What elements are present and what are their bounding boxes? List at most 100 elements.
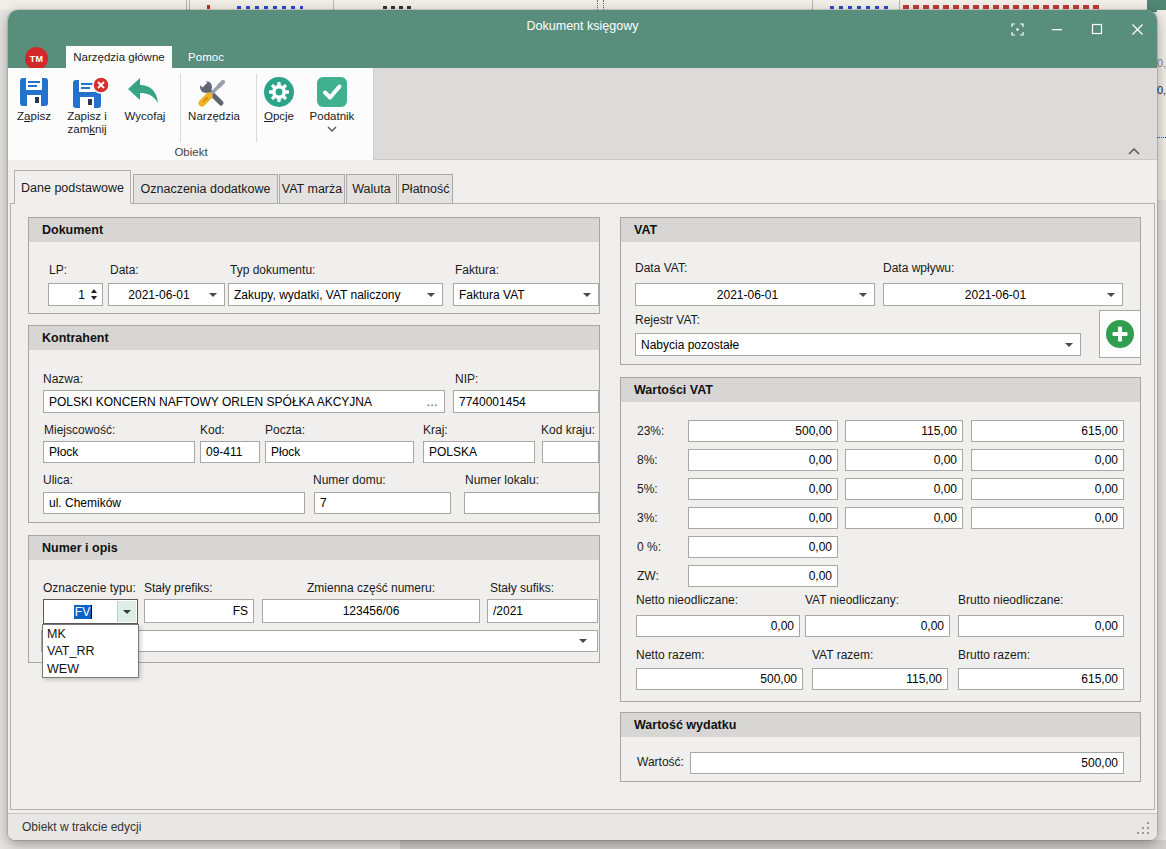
status-bar: Obiekt w trakcie edycji [8, 813, 1157, 840]
tools-button[interactable]: Narzędzia [186, 110, 242, 123]
tab-waluta[interactable]: Waluta [346, 174, 397, 203]
background-column-fragment: 0,0 0,0 [1157, 10, 1166, 200]
titlebar[interactable]: Dokument księgowy [8, 10, 1157, 46]
faktura-combobox[interactable]: Faktura VAT [453, 283, 599, 306]
netto-razem-input[interactable]: 500,00 [636, 668, 803, 690]
group-dokument-header: Dokument [29, 218, 599, 242]
save-icon[interactable] [18, 76, 50, 108]
vat-nieodliczany-label: VAT nieodliczany: [805, 593, 899, 607]
miejscowosc-input[interactable]: Płock [43, 441, 195, 463]
vat-nieodliczany-input[interactable]: 0,00 [805, 615, 950, 637]
rate-8-vat-input[interactable]: 0,00 [845, 449, 963, 471]
data-vat-label: Data VAT: [635, 261, 687, 275]
background-selection-fragment [1157, 137, 1166, 138]
rate-0-input[interactable]: 0,00 [688, 536, 838, 558]
maximize-button[interactable] [1084, 16, 1110, 42]
chevron-down-icon[interactable] [117, 601, 136, 622]
save-button[interactable]: Zapisz [8, 110, 60, 123]
tools-icon[interactable] [197, 76, 229, 108]
dropdown-item-wew[interactable]: WEW [43, 660, 138, 678]
chevron-down-icon [1107, 293, 1115, 297]
undo-button[interactable]: Wycofaj [118, 110, 172, 123]
netto-nieodliczane-input[interactable]: 0,00 [636, 615, 800, 637]
nazwa-label: Nazwa: [43, 372, 83, 386]
rate-5-netto-input[interactable]: 0,00 [688, 478, 838, 500]
undo-icon[interactable] [126, 76, 162, 108]
nip-input[interactable]: 7740001454 [453, 390, 599, 413]
close-button[interactable] [1124, 16, 1150, 42]
background-number-fragment: 0,0 [1157, 57, 1166, 69]
rate-5-brutto-input[interactable]: 0,00 [971, 478, 1124, 500]
numer-lokalu-input[interactable] [464, 492, 599, 514]
rejestr-vat-combobox[interactable]: Nabycia pozostałe [635, 333, 1081, 356]
more-button[interactable]: … [426, 391, 438, 412]
options-button[interactable]: Opcje [256, 110, 302, 123]
rate-8-label: 8%: [637, 453, 658, 467]
rate-3-vat-input[interactable]: 0,00 [845, 507, 963, 529]
fit-window-button[interactable] [1004, 16, 1030, 42]
tab-oznaczenia-dodatkowe[interactable]: Oznaczenia dodatkowe [133, 174, 278, 203]
rate-8-netto-input[interactable]: 0,00 [688, 449, 838, 471]
staly-sufiks-input[interactable]: /2021 [487, 599, 598, 623]
zmienna-czesc-input[interactable]: 123456/06 [262, 599, 480, 623]
nazwa-input[interactable]: POLSKI KONCERN NAFTOWY ORLEN SPÓŁKA AKCY… [43, 390, 445, 413]
oznaczenie-typu-dropdown: MK VAT_RR WEW [42, 624, 139, 678]
brutto-nieodliczane-label: Brutto nieodliczane: [958, 593, 1063, 607]
rate-23-vat-input[interactable]: 115,00 [845, 420, 963, 442]
staly-sufiks-label: Stały sufiks: [490, 581, 554, 595]
minimize-button[interactable] [1044, 16, 1070, 42]
collapse-ribbon-icon[interactable] [1127, 147, 1141, 157]
vat-razem-input[interactable]: 115,00 [812, 668, 948, 690]
numer-domu-input[interactable]: 7 [314, 492, 451, 514]
save-and-close-button[interactable]: Zapisz izamknij [61, 110, 113, 136]
chevron-down-icon [859, 293, 867, 297]
background-table-strip [0, 0, 1166, 10]
data-wplywu-combobox[interactable]: 2021-06-01 [883, 283, 1123, 306]
ribbon-tab-narzedzia-glowne[interactable]: Narzędzia główne [66, 46, 172, 68]
data-combobox[interactable]: 2021-06-01 [108, 283, 225, 306]
typ-dokumentu-combobox[interactable]: Zakupy, wydatki, VAT naliczony [228, 283, 443, 306]
rate-8-brutto-input[interactable]: 0,00 [971, 449, 1124, 471]
ribbon-group-label: Obiekt [8, 146, 374, 158]
kod-kraju-input[interactable] [542, 441, 599, 463]
rate-5-label: 5%: [637, 482, 658, 496]
close-icon [1131, 23, 1144, 36]
poczta-input[interactable]: Płock [265, 441, 414, 463]
tab-dane-podstawowe[interactable]: Dane podstawowe [14, 170, 131, 204]
tab-vat-marza[interactable]: VAT marża [279, 174, 345, 203]
ribbon-tab-pomoc[interactable]: Pomoc [182, 46, 230, 68]
taxpayer-button[interactable]: Podatnik [306, 110, 358, 123]
dialog-dokument-ksiegowy: Dokument księgowy TM Narzędzia główne Po… [8, 10, 1157, 840]
rate-23-brutto-input[interactable]: 615,00 [971, 420, 1124, 442]
add-rejestr-button[interactable] [1099, 310, 1141, 358]
wartosc-input[interactable]: 500,00 [690, 752, 1124, 774]
miejscowosc-label: Miejscowość: [44, 423, 115, 437]
rate-23-netto-input[interactable]: 500,00 [688, 420, 838, 442]
data-label: Data: [110, 263, 139, 277]
brutto-nieodliczane-input[interactable]: 0,00 [958, 615, 1124, 637]
rate-3-label: 3%: [637, 511, 658, 525]
wartosc-label: Wartość: [637, 755, 684, 769]
dropdown-item-vat-rr[interactable]: VAT_RR [43, 643, 138, 661]
rate-3-netto-input[interactable]: 0,00 [688, 507, 838, 529]
rate-5-vat-input[interactable]: 0,00 [845, 478, 963, 500]
rate-3-brutto-input[interactable]: 0,00 [971, 507, 1124, 529]
kod-input[interactable]: 09-411 [200, 441, 260, 463]
dropdown-item-mk[interactable]: MK [43, 625, 138, 643]
data-vat-combobox[interactable]: 2021-06-01 [635, 283, 875, 306]
lp-spinner[interactable]: 1 [48, 283, 103, 306]
kraj-input[interactable]: POLSKA [423, 441, 535, 463]
ulica-input[interactable]: ul. Chemików [43, 492, 305, 514]
oznaczenie-typu-combobox[interactable]: FV [43, 599, 138, 624]
app-logo[interactable]: TM [25, 47, 48, 70]
brutto-razem-input[interactable]: 615,00 [958, 668, 1124, 690]
taxpayer-icon[interactable] [316, 76, 348, 108]
chevron-down-icon [427, 293, 435, 297]
staly-prefiks-input[interactable]: FS [144, 599, 254, 623]
rate-zw-input[interactable]: 0,00 [688, 565, 838, 587]
options-icon[interactable] [263, 76, 295, 108]
chevron-down-icon[interactable] [327, 126, 337, 132]
tab-platnosc[interactable]: Płatność [398, 174, 453, 203]
save-and-close-icon[interactable] [71, 76, 111, 110]
chevron-down-icon [583, 293, 591, 297]
